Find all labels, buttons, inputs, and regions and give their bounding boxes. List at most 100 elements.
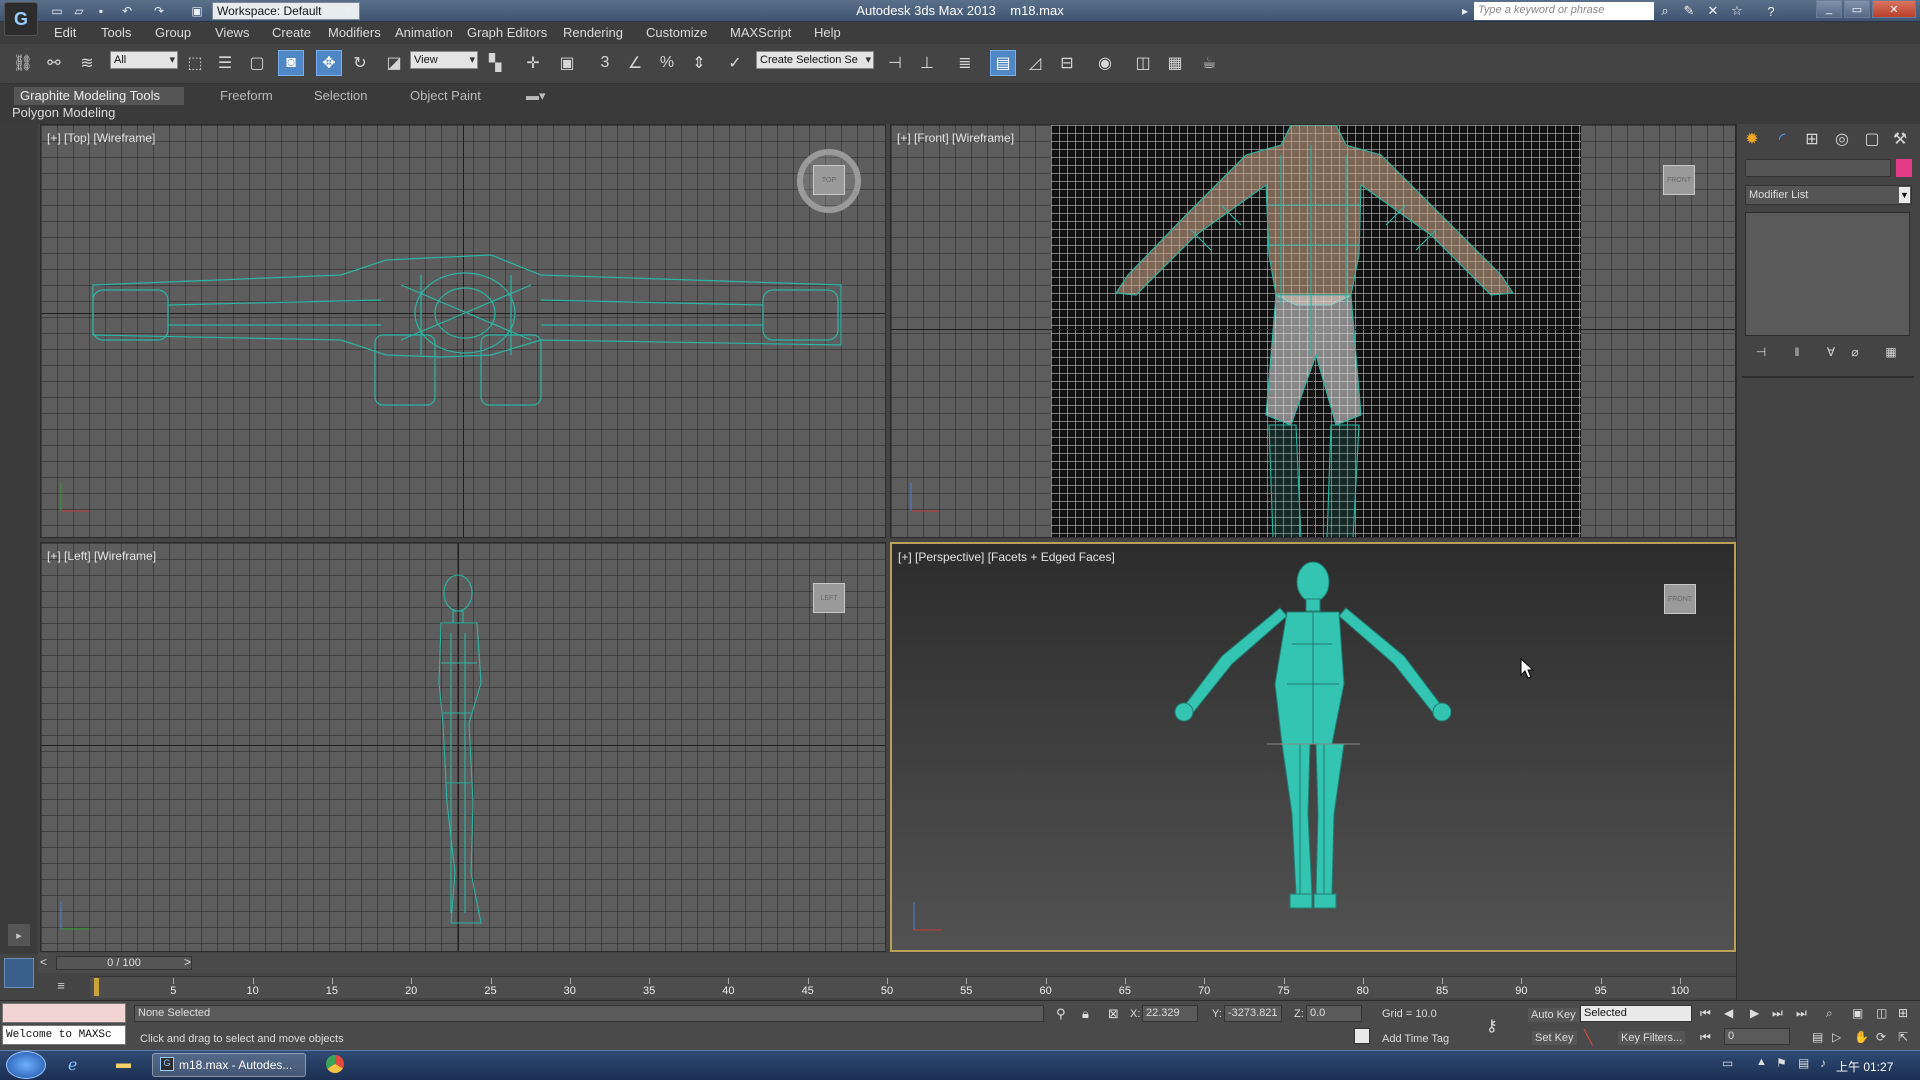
absolute-mode-icon[interactable]: ⊠ <box>1108 1006 1119 1022</box>
viewport-top[interactable]: [+] [Top] [Wireframe] TOP <box>40 124 886 538</box>
play-icon[interactable]: ▶︎ <box>1750 1006 1759 1020</box>
ribbon-options-icon[interactable]: ▬▾ <box>520 87 552 105</box>
menu-views[interactable]: Views <box>215 25 249 40</box>
snaps-toggle-icon[interactable]: 3 <box>592 50 618 76</box>
object-color-swatch[interactable] <box>1896 159 1912 177</box>
rectangular-selection-icon[interactable]: ▢ <box>244 50 270 76</box>
modify-tab-icon[interactable]: ◜ <box>1770 128 1794 150</box>
start-button[interactable] <box>6 1051 46 1079</box>
select-and-rotate-icon[interactable]: ↻ <box>347 50 373 76</box>
curve-editor-icon[interactable]: ◿ <box>1022 50 1048 76</box>
expand-panel-icon[interactable]: ▸ <box>8 924 30 946</box>
go-to-start-icon[interactable]: ⏮ <box>1700 1006 1711 1021</box>
previous-frame-icon[interactable]: ◀︎ <box>1724 1006 1733 1020</box>
field-of-view-icon[interactable]: ▷ <box>1832 1030 1841 1044</box>
tab-graphite-modeling-tools[interactable]: Graphite Modeling Tools <box>14 87 184 105</box>
render-setup-icon[interactable]: ◫ <box>1130 50 1156 76</box>
search-input[interactable]: Type a keyword or phrase <box>1474 2 1654 20</box>
time-tag-icon[interactable] <box>1354 1028 1370 1044</box>
edit-named-selection-icon[interactable]: ✓ <box>722 50 748 76</box>
current-frame-field[interactable]: 0 <box>1724 1028 1790 1045</box>
zoom-extents-icon[interactable]: ⊞ <box>1898 1006 1908 1020</box>
polygon-modeling-panel[interactable]: Polygon Modeling <box>12 105 115 120</box>
set-key-button[interactable]: Set Key <box>1532 1031 1577 1045</box>
viewport-front[interactable]: [+] [Front] [Wireframe] FRONT <box>890 124 1736 538</box>
zoom-extents-all-icon[interactable]: ▣ <box>1852 1006 1863 1020</box>
keyboard-tray-icon[interactable]: ▭ <box>1722 1056 1733 1070</box>
close-button[interactable]: ✕ <box>1872 0 1916 18</box>
percent-snap-icon[interactable]: % <box>654 50 680 76</box>
communication-icon[interactable]: ✕ <box>1702 2 1724 20</box>
project-folder-icon[interactable]: ▣ <box>188 2 206 19</box>
configure-modifier-sets-icon[interactable]: ▦ <box>1880 342 1902 362</box>
modifier-list-dropdown[interactable]: Modifier List <box>1745 185 1912 205</box>
minimize-button[interactable]: _ <box>1816 0 1842 18</box>
menu-create[interactable]: Create <box>272 25 311 40</box>
tab-selection[interactable]: Selection <box>308 87 373 105</box>
menu-rendering[interactable]: Rendering <box>563 25 623 40</box>
isolate-icon[interactable]: ⚲ <box>1056 1006 1066 1022</box>
selection-filter-dropdown[interactable]: All <box>110 51 178 69</box>
pivot-center-icon[interactable]: ▚ <box>482 50 508 76</box>
time-marker[interactable] <box>94 978 99 996</box>
menu-graph-editors[interactable]: Graph Editors <box>467 25 547 40</box>
menu-maxscript[interactable]: MAXScript <box>730 25 791 40</box>
object-name-field[interactable] <box>1745 159 1891 177</box>
time-prev-button[interactable]: < <box>40 955 47 969</box>
keyboard-shortcut-override-icon[interactable]: ▣ <box>554 50 580 76</box>
menu-tools[interactable]: Tools <box>101 25 131 40</box>
key-mode-toggle-icon[interactable]: ⏮ <box>1700 1030 1711 1045</box>
material-editor-icon[interactable]: ◉ <box>1092 50 1118 76</box>
menu-group[interactable]: Group <box>155 25 191 40</box>
favorites-icon[interactable]: ☆ <box>1726 2 1748 20</box>
next-frame-icon[interactable]: ⏭ <box>1772 1006 1783 1021</box>
lock-icon[interactable]: 🔒︎ <box>1082 1006 1089 1022</box>
maximize-viewport-icon[interactable]: ⇱ <box>1898 1030 1908 1044</box>
undo-icon[interactable]: ↶ <box>118 2 136 19</box>
tab-freeform[interactable]: Freeform <box>214 87 279 105</box>
remove-modifier-icon[interactable]: ⌀ <box>1844 342 1866 362</box>
key-mode-dropdown[interactable]: Selected <box>1580 1005 1692 1022</box>
menu-customize[interactable]: Customize <box>646 25 707 40</box>
time-config-icon[interactable]: ▤ <box>1812 1030 1823 1044</box>
rendered-frame-icon[interactable]: ▦ <box>1162 50 1188 76</box>
render-production-icon[interactable]: ☕ <box>1196 50 1222 76</box>
app-logo-icon[interactable]: G <box>4 2 38 36</box>
graphite-toggle-icon[interactable]: ▤ <box>990 50 1016 76</box>
menu-animation[interactable]: Animation <box>395 25 453 40</box>
manipulate-icon[interactable]: ✛ <box>520 50 546 76</box>
workspace-dropdown[interactable]: Workspace: Default <box>212 2 360 20</box>
help-icon[interactable]: ? <box>1760 2 1782 20</box>
viewport-perspective[interactable]: [+] [Perspective] [Facets + Edged Faces]… <box>890 542 1736 952</box>
y-coordinate-field[interactable]: -3273.821 <box>1224 1005 1282 1022</box>
time-next-button[interactable]: > <box>184 955 191 969</box>
internet-explorer-icon[interactable]: ℯ <box>68 1055 77 1075</box>
modifier-stack[interactable] <box>1745 212 1910 336</box>
create-tab-icon[interactable]: ✹ <box>1740 128 1764 150</box>
window-crossing-icon[interactable]: ◙ <box>278 50 304 76</box>
unlink-icon[interactable]: ⚯ <box>41 50 67 76</box>
volume-icon[interactable]: ♪ <box>1820 1056 1826 1070</box>
taskbar-app-3dsmax[interactable]: m18.max - Autodes... <box>152 1053 306 1077</box>
select-and-scale-icon[interactable]: ◪ <box>381 50 407 76</box>
default-in-out-tangent-icon[interactable]: ╲ <box>1584 1029 1592 1046</box>
binoculars-icon[interactable]: ⌕ <box>1654 2 1676 20</box>
menu-help[interactable]: Help <box>814 25 841 40</box>
spinner-snap-icon[interactable]: ⇕ <box>686 50 712 76</box>
add-time-tag[interactable]: Add Time Tag <box>1382 1033 1449 1045</box>
redo-icon[interactable]: ↷ <box>150 2 168 19</box>
make-unique-icon[interactable]: ∀ <box>1820 342 1842 362</box>
utilities-tab-icon[interactable]: ⚒ <box>1888 128 1912 150</box>
show-end-result-icon[interactable]: ‖ <box>1786 342 1808 362</box>
zoom-region-icon[interactable]: ◫ <box>1876 1006 1887 1020</box>
select-and-move-icon[interactable]: ✥ <box>316 50 342 76</box>
viewport-left[interactable]: [+] [Left] [Wireframe] LEFT <box>40 542 886 952</box>
select-object-icon[interactable]: ⬚ <box>182 50 208 76</box>
angle-snap-icon[interactable]: ∠ <box>622 50 648 76</box>
mirror-icon[interactable]: ⊣ <box>882 50 908 76</box>
select-by-name-icon[interactable]: ☰ <box>212 50 238 76</box>
align-icon[interactable]: ⊥ <box>914 50 940 76</box>
zoom-icon[interactable]: ⌕ <box>1826 1006 1833 1021</box>
z-coordinate-field[interactable]: 0.0 <box>1306 1005 1362 1022</box>
chrome-icon[interactable] <box>326 1055 344 1073</box>
